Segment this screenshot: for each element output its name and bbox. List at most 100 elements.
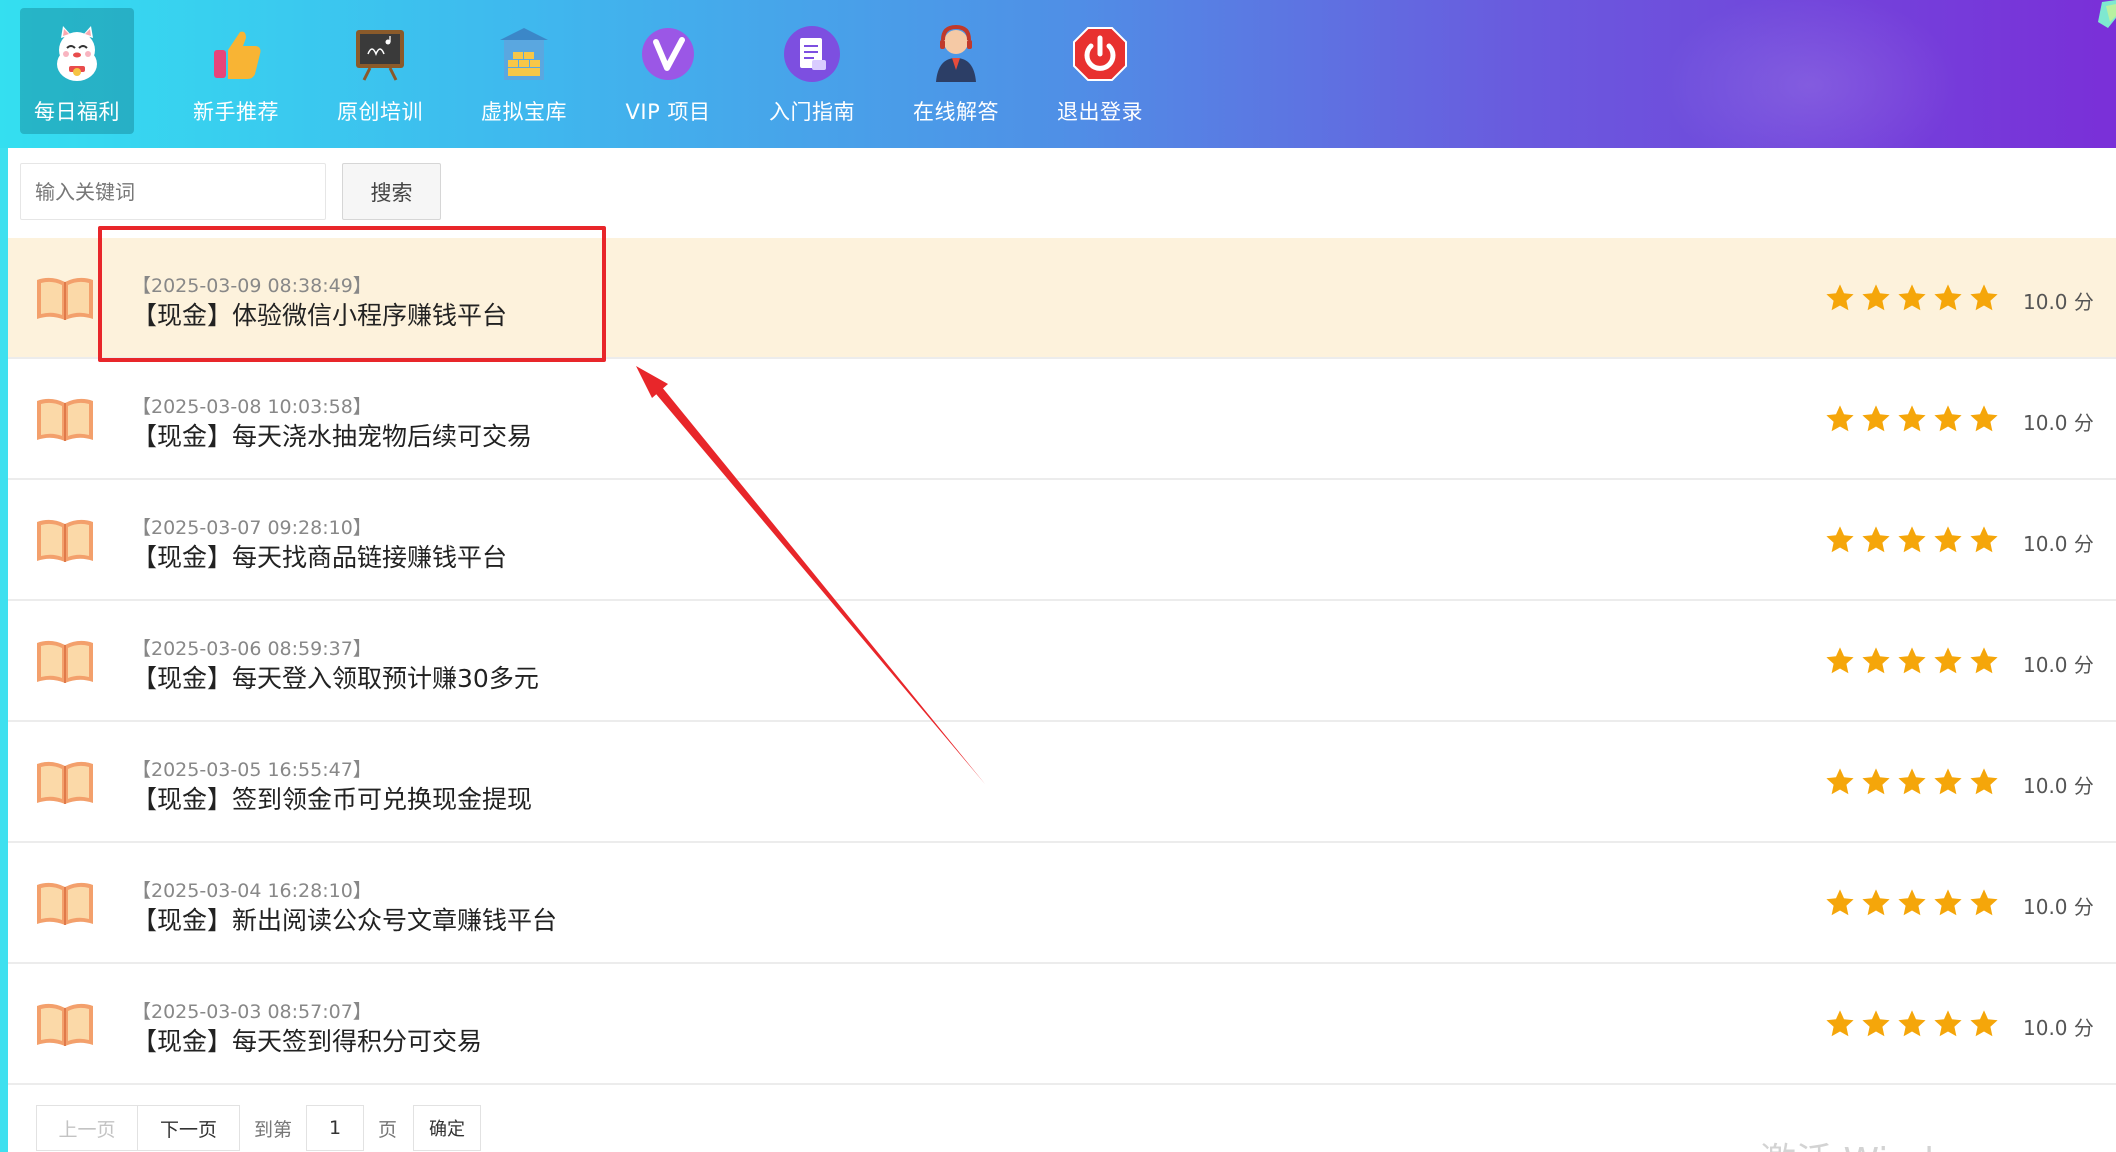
chalkboard-icon bbox=[348, 22, 412, 86]
book-icon bbox=[34, 1000, 96, 1050]
nav-item-4[interactable]: 虚拟宝库 bbox=[452, 8, 596, 134]
rating-stars bbox=[1824, 282, 2000, 318]
treasury-icon bbox=[492, 22, 556, 86]
star-icon bbox=[1896, 887, 1928, 923]
windows-activation-watermark: 激活 Windows bbox=[1760, 1132, 2004, 1152]
list-item[interactable]: 【2025-03-05 16:55:47】 【现金】签到领金币可兑换现金提现 10.… bbox=[8, 722, 2116, 843]
item-timestamp: 【2025-03-05 16:55:47】 bbox=[132, 759, 372, 781]
star-icon bbox=[1860, 887, 1892, 923]
lucky-cat-icon bbox=[45, 22, 109, 86]
item-score: 10.0 分 bbox=[2023, 1016, 2094, 1040]
item-title[interactable]: 【现金】每天签到得积分可交易 bbox=[132, 1022, 482, 1058]
star-icon bbox=[1824, 282, 1856, 318]
list-item[interactable]: 【2025-03-08 10:03:58】 【现金】每天浇水抽宠物后续可交易 10.… bbox=[8, 359, 2116, 480]
star-icon bbox=[1896, 766, 1928, 802]
star-icon bbox=[1932, 282, 1964, 318]
book-icon bbox=[34, 758, 96, 808]
star-icon bbox=[1860, 766, 1892, 802]
goto-page-label: 到第 bbox=[254, 1118, 293, 1141]
book-icon bbox=[34, 879, 96, 929]
top-navigation-bar: 每日福利 新手推荐 原创培训 虚拟宝库 VIP 项目 入门指南 在线解答 退出登录 bbox=[0, 0, 2116, 148]
star-icon bbox=[1968, 887, 2000, 923]
star-icon bbox=[1824, 766, 1856, 802]
item-title[interactable]: 【现金】每天找商品链接赚钱平台 bbox=[132, 538, 507, 574]
list-item[interactable]: 【2025-03-03 08:57:07】 【现金】每天签到得积分可交易 10.0 … bbox=[8, 964, 2116, 1085]
page-number-input[interactable] bbox=[306, 1105, 365, 1151]
nav-item-label: 入门指南 bbox=[769, 100, 855, 124]
main-nav: 每日福利 新手推荐 原创培训 虚拟宝库 VIP 项目 入门指南 在线解答 退出登录 bbox=[20, 8, 1172, 134]
star-icon bbox=[1968, 766, 2000, 802]
item-title[interactable]: 【现金】签到领金币可兑换现金提现 bbox=[132, 780, 532, 816]
nav-item-2[interactable]: 新手推荐 bbox=[164, 8, 308, 134]
star-icon bbox=[1896, 1008, 1928, 1044]
star-icon bbox=[1896, 403, 1928, 439]
star-icon bbox=[1968, 1008, 2000, 1044]
nav-item-label: 虚拟宝库 bbox=[481, 100, 567, 124]
nav-item-5[interactable]: VIP 项目 bbox=[596, 8, 740, 134]
rating-stars bbox=[1824, 1008, 2000, 1044]
nav-item-label: 退出登录 bbox=[1057, 100, 1143, 124]
list-item[interactable]: 【2025-03-07 09:28:10】 【现金】每天找商品链接赚钱平台 10.0… bbox=[8, 480, 2116, 601]
annotation-highlight-box bbox=[98, 226, 606, 362]
guide-document-icon bbox=[780, 22, 844, 86]
article-list: 【2025-03-09 08:38:49】 【现金】体验微信小程序赚钱平台 10.0… bbox=[8, 238, 2116, 1085]
item-title[interactable]: 【现金】每天浇水抽宠物后续可交易 bbox=[132, 417, 532, 453]
page: 每日福利 新手推荐 原创培训 虚拟宝库 VIP 项目 入门指南 在线解答 退出登录 搜索 【2… bbox=[0, 0, 2116, 1152]
rating-stars bbox=[1824, 524, 2000, 560]
nav-item-6[interactable]: 入门指南 bbox=[740, 8, 884, 134]
next-page-button[interactable]: 下一页 bbox=[138, 1105, 240, 1151]
list-item[interactable]: 【2025-03-06 08:59:37】 【现金】每天登入领取预计赚30多元 10… bbox=[8, 601, 2116, 722]
star-icon bbox=[1896, 282, 1928, 318]
star-icon bbox=[1968, 524, 2000, 560]
book-icon bbox=[34, 637, 96, 687]
star-icon bbox=[1824, 645, 1856, 681]
rating-stars bbox=[1824, 887, 2000, 923]
page-suffix-label: 页 bbox=[378, 1118, 398, 1141]
thumbs-up-icon bbox=[204, 22, 268, 86]
star-icon bbox=[1896, 645, 1928, 681]
item-title[interactable]: 【现金】新出阅读公众号文章赚钱平台 bbox=[132, 901, 557, 937]
star-icon bbox=[1824, 403, 1856, 439]
confirm-page-button[interactable]: 确定 bbox=[413, 1105, 482, 1151]
item-score: 10.0 分 bbox=[2023, 532, 2094, 556]
nav-item-label: 在线解答 bbox=[913, 100, 999, 124]
star-icon bbox=[1824, 1008, 1856, 1044]
nav-item-8[interactable]: 退出登录 bbox=[1028, 8, 1172, 134]
rating-stars bbox=[1824, 645, 2000, 681]
star-icon bbox=[1968, 403, 2000, 439]
corner-logo-icon bbox=[2098, 0, 2116, 28]
star-icon bbox=[1932, 1008, 1964, 1044]
star-icon bbox=[1932, 766, 1964, 802]
search-input[interactable] bbox=[20, 163, 326, 220]
nav-item-label: 新手推荐 bbox=[193, 100, 279, 124]
star-icon bbox=[1860, 403, 1892, 439]
item-score: 10.0 分 bbox=[2023, 653, 2094, 677]
prev-page-button[interactable]: 上一页 bbox=[36, 1105, 138, 1151]
nav-item-label: 原创培训 bbox=[337, 100, 423, 124]
nav-item-1[interactable]: 每日福利 bbox=[20, 8, 134, 134]
item-score: 10.0 分 bbox=[2023, 774, 2094, 798]
nav-item-3[interactable]: 原创培训 bbox=[308, 8, 452, 134]
nav-item-7[interactable]: 在线解答 bbox=[884, 8, 1028, 134]
nav-item-label: VIP 项目 bbox=[625, 100, 711, 124]
item-title[interactable]: 【现金】每天登入领取预计赚30多元 bbox=[132, 659, 539, 695]
search-button[interactable]: 搜索 bbox=[342, 163, 441, 220]
vip-icon bbox=[636, 22, 700, 86]
item-timestamp: 【2025-03-06 08:59:37】 bbox=[132, 638, 372, 660]
star-icon bbox=[1824, 524, 1856, 560]
star-icon bbox=[1968, 282, 2000, 318]
star-icon bbox=[1860, 282, 1892, 318]
item-timestamp: 【2025-03-03 08:57:07】 bbox=[132, 1001, 372, 1023]
list-item[interactable]: 【2025-03-04 16:28:10】 【现金】新出阅读公众号文章赚钱平台 10… bbox=[8, 843, 2116, 964]
item-timestamp: 【2025-03-07 09:28:10】 bbox=[132, 517, 372, 539]
star-icon bbox=[1932, 645, 1964, 681]
book-icon bbox=[34, 395, 96, 445]
rating-stars bbox=[1824, 403, 2000, 439]
nav-item-label: 每日福利 bbox=[34, 100, 120, 124]
item-timestamp: 【2025-03-04 16:28:10】 bbox=[132, 880, 372, 902]
item-score: 10.0 分 bbox=[2023, 895, 2094, 919]
star-icon bbox=[1896, 524, 1928, 560]
book-icon bbox=[34, 516, 96, 566]
star-icon bbox=[1932, 887, 1964, 923]
header-decoration bbox=[1660, 0, 1960, 148]
